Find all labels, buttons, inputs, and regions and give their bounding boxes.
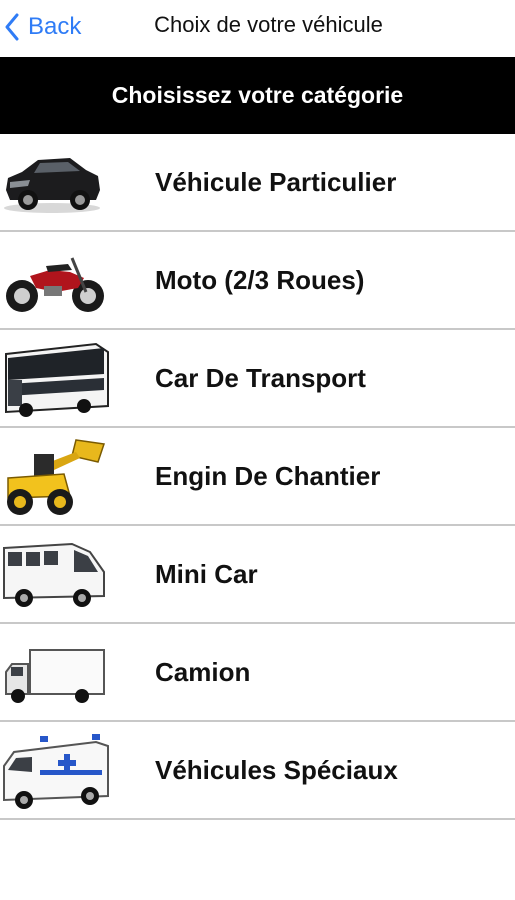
category-item-vehicules-speciaux[interactable]: Véhicules Spéciaux bbox=[0, 722, 515, 820]
bus-icon bbox=[5, 342, 109, 417]
category-label: Véhicules Spéciaux bbox=[155, 754, 398, 785]
navigation-bar: Back Choix de votre véhicule bbox=[0, 0, 515, 57]
category-item-camion[interactable]: Camion bbox=[0, 624, 515, 722]
category-label: Engin De Chantier bbox=[155, 460, 381, 491]
ambulance-icon bbox=[3, 734, 109, 809]
category-label: Véhicule Particulier bbox=[155, 166, 397, 197]
category-label: Camion bbox=[155, 656, 251, 687]
car-icon bbox=[4, 158, 100, 213]
truck-icon bbox=[5, 649, 105, 703]
category-item-car-de-transport[interactable]: Car De Transport bbox=[0, 330, 515, 428]
motorcycle-icon bbox=[6, 257, 104, 312]
category-label: Moto (2/3 Roues) bbox=[155, 264, 365, 295]
category-item-mini-car[interactable]: Mini Car bbox=[0, 526, 515, 624]
category-item-moto[interactable]: Moto (2/3 Roues) bbox=[0, 232, 515, 330]
category-list: Véhicule Particulier Moto (2/3 Roues) Ca… bbox=[0, 134, 515, 820]
section-header: Choisissez votre catégorie bbox=[0, 57, 515, 134]
category-label: Mini Car bbox=[155, 558, 258, 589]
category-item-engin-de-chantier[interactable]: Engin De Chantier bbox=[0, 428, 515, 526]
category-label: Car De Transport bbox=[155, 362, 366, 393]
loader-icon bbox=[7, 439, 105, 515]
minibus-icon bbox=[3, 542, 105, 607]
page-title: Choix de votre véhicule bbox=[154, 12, 383, 37]
category-item-vehicule-particulier[interactable]: Véhicule Particulier bbox=[0, 134, 515, 232]
